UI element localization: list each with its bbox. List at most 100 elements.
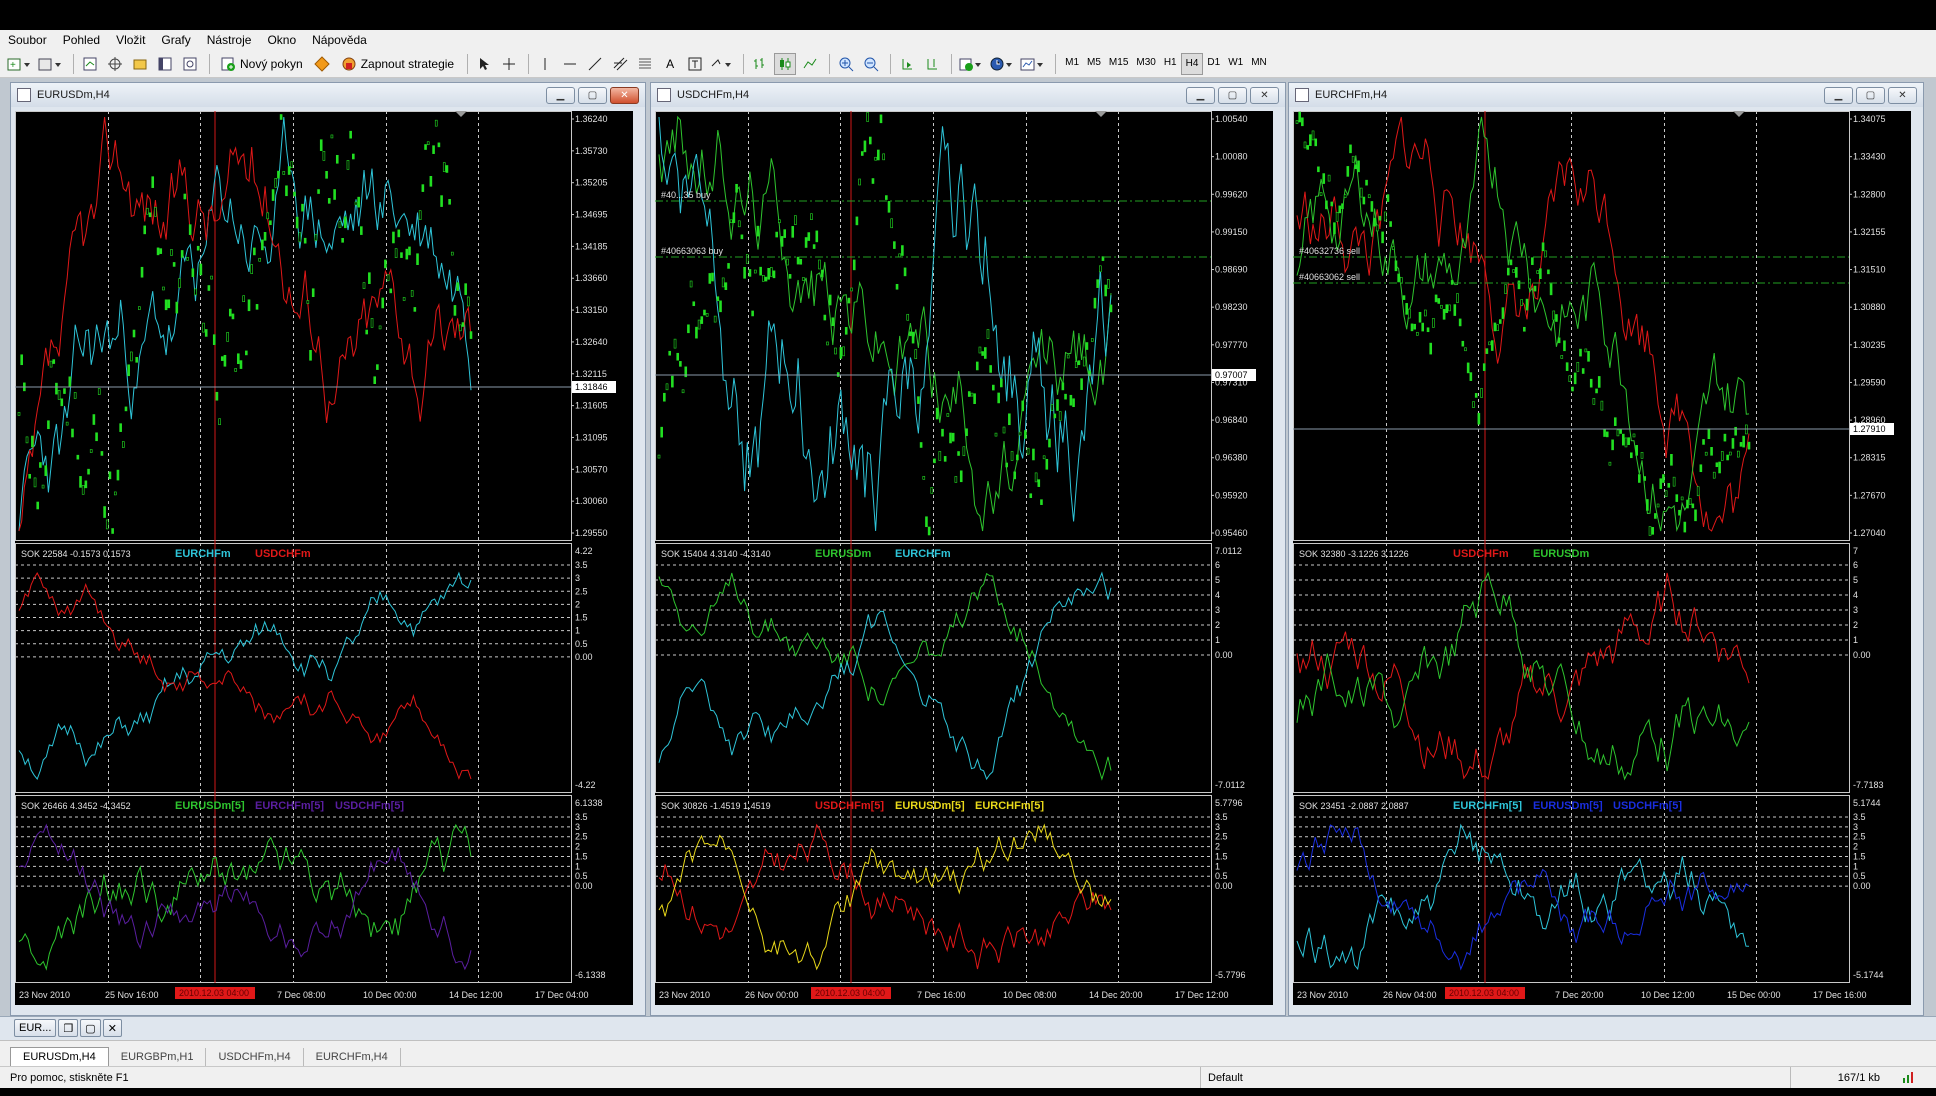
navigator-button[interactable] xyxy=(129,53,151,75)
maximize-button[interactable]: ▢ xyxy=(80,1019,101,1037)
vertical-line-button[interactable] xyxy=(534,53,556,75)
price-candle xyxy=(1314,138,1318,147)
chart-area[interactable]: 1.34075 1.33430 1.32800 1.32155 1.31510 1.308… xyxy=(1293,111,1911,1005)
timeframe-w1-button[interactable]: W1 xyxy=(1224,53,1247,73)
chart-canvas: 1.34075 1.33430 1.32800 1.32155 1.31510 1.308… xyxy=(1293,111,1894,1000)
terminal-icon xyxy=(157,56,173,72)
periods-button[interactable] xyxy=(988,53,1016,75)
chart-area[interactable]: 1.00540 1.00080 0.99620 0.99150 0.98690 0.982… xyxy=(655,111,1273,1005)
window-title-bar[interactable]: USDCHFm,H4 ▁ ▢ ✕ xyxy=(651,83,1285,107)
menu-okno[interactable]: Okno xyxy=(259,33,304,47)
tab-eurchfm-h4[interactable]: EURCHFm,H4 xyxy=(304,1048,401,1066)
bar-chart-button[interactable] xyxy=(749,53,771,75)
crosshair-button[interactable] xyxy=(498,53,520,75)
horizontal-line-icon xyxy=(562,56,578,72)
price-candle xyxy=(314,234,318,241)
chart-canvas: 1.36240 1.35730 1.35205 1.34695 1.34185 1.336… xyxy=(15,111,616,1000)
menu-vlozit[interactable]: Vložit xyxy=(108,33,153,47)
zoom-in-button[interactable] xyxy=(835,53,857,75)
close-button[interactable]: ✕ xyxy=(1888,87,1917,104)
cursor-button[interactable] xyxy=(473,53,495,75)
price-candle xyxy=(692,301,696,307)
price-candle xyxy=(877,149,880,161)
line-chart-button[interactable] xyxy=(799,53,821,75)
terminal-button[interactable] xyxy=(154,53,176,75)
strategies-button[interactable]: Zapnout strategie xyxy=(336,53,459,75)
chart-window-3[interactable]: EURCHFm,H4 ▁ ▢ ✕ 1.34075 1.33430 1.32800 1.3215… xyxy=(1288,82,1924,1016)
price-candle xyxy=(943,456,947,462)
price-candle xyxy=(1512,269,1515,273)
window-title-bar[interactable]: EURCHFm,H4 ▁ ▢ ✕ xyxy=(1289,83,1923,107)
menu-nastroje[interactable]: Nástroje xyxy=(199,33,260,47)
price-candle xyxy=(47,420,50,430)
tab-usdchfm-h4[interactable]: USDCHFm,H4 xyxy=(206,1048,304,1066)
text-button[interactable]: A xyxy=(659,53,681,75)
timeframe-d1-button[interactable]: D1 xyxy=(1203,53,1224,73)
horizontal-line-button[interactable] xyxy=(559,53,581,75)
timeframe-h4-button[interactable]: H4 xyxy=(1180,52,1204,75)
minimized-window[interactable]: EUR... ❐ ▢ ✕ xyxy=(14,1019,122,1037)
close-button[interactable]: ✕ xyxy=(1250,87,1279,104)
minimize-button[interactable]: ▁ xyxy=(546,87,575,104)
fibonacci-button[interactable] xyxy=(634,53,656,75)
chart-window-1[interactable]: EURUSDm,H4 ▁ ▢ ✕ 1.36240 1.35730 1.35205 1.3469… xyxy=(10,82,646,1016)
tab-eurusdm-h4[interactable]: EURUSDm,H4 xyxy=(10,1047,109,1066)
close-button[interactable]: ✕ xyxy=(102,1019,122,1037)
indicator-series-name: EURCHFm[5] xyxy=(1453,800,1522,812)
minimize-button[interactable]: ▁ xyxy=(1824,87,1853,104)
zoom-out-button[interactable] xyxy=(860,53,882,75)
menu-soubor[interactable]: Soubor xyxy=(0,33,55,47)
candle-chart-button[interactable] xyxy=(774,52,797,75)
indicator-axis-label: 4 xyxy=(1853,590,1858,600)
price-candle xyxy=(81,485,85,495)
maximize-button[interactable]: ▢ xyxy=(578,87,607,104)
chart-window-2[interactable]: USDCHFm,H4 ▁ ▢ ✕ 1.00540 1.00080 0.99620 0.9915… xyxy=(650,82,1286,1016)
price-candle xyxy=(28,473,31,479)
minimize-button[interactable]: ▁ xyxy=(1186,87,1215,104)
indicators-button[interactable] xyxy=(957,53,985,75)
timeframe-m1-button[interactable]: M1 xyxy=(1061,53,1083,73)
price-candle xyxy=(362,282,366,289)
price-candle xyxy=(17,412,21,416)
price-candle xyxy=(1424,309,1427,317)
auto-scroll-button[interactable] xyxy=(896,53,918,75)
price-candle xyxy=(1683,521,1687,533)
menu-napoveda[interactable]: Nápověda xyxy=(304,33,375,47)
data-window-button[interactable] xyxy=(104,53,126,75)
trendline-button[interactable] xyxy=(584,53,606,75)
close-button[interactable]: ✕ xyxy=(610,87,639,104)
price-candle xyxy=(346,160,350,170)
restore-button[interactable]: ❐ xyxy=(58,1019,79,1037)
templates-button[interactable] xyxy=(1019,53,1047,75)
timeframe-mn-button[interactable]: MN xyxy=(1247,53,1271,73)
new-chart-button[interactable]: + xyxy=(6,53,34,75)
timeframe-m15-button[interactable]: M15 xyxy=(1105,53,1132,73)
timeframe-m5-button[interactable]: M5 xyxy=(1083,53,1105,73)
new-order-button[interactable]: Nový pokyn xyxy=(215,53,308,75)
timeframe-m30-button[interactable]: M30 xyxy=(1132,53,1159,73)
text-label-button[interactable] xyxy=(684,53,706,75)
window-title-bar[interactable]: EURUSDm,H4 ▁ ▢ ✕ xyxy=(11,83,645,107)
maximize-icon: ▢ xyxy=(85,1022,96,1035)
timeframe-h1-button[interactable]: H1 xyxy=(1160,53,1181,73)
chart-area[interactable]: 1.36240 1.35730 1.35205 1.34695 1.34185 1.336… xyxy=(15,111,633,1005)
tester-button[interactable] xyxy=(179,53,201,75)
tab-eurgbpm-h1[interactable]: EURGBPm,H1 xyxy=(109,1048,207,1066)
crosshair-tool-icon xyxy=(501,56,517,72)
menu-grafy[interactable]: Grafy xyxy=(153,33,198,47)
price-candle xyxy=(124,406,128,412)
market-watch-button[interactable] xyxy=(79,53,101,75)
price-candle xyxy=(1058,411,1062,421)
profiles-button[interactable] xyxy=(37,53,65,75)
maximize-button[interactable]: ▢ xyxy=(1218,87,1247,104)
arrows-button[interactable] xyxy=(709,53,735,75)
channel-button[interactable] xyxy=(609,53,631,75)
price-candle xyxy=(311,288,315,298)
metaeditor-button[interactable] xyxy=(311,53,333,75)
maximize-button[interactable]: ▢ xyxy=(1856,87,1885,104)
chart-shift-button[interactable] xyxy=(921,53,943,75)
price-candle xyxy=(65,421,69,426)
menu-pohled[interactable]: Pohled xyxy=(55,33,108,47)
minimized-window-title[interactable]: EUR... xyxy=(14,1019,57,1037)
indicator-series-name: EURCHFm xyxy=(895,548,951,560)
